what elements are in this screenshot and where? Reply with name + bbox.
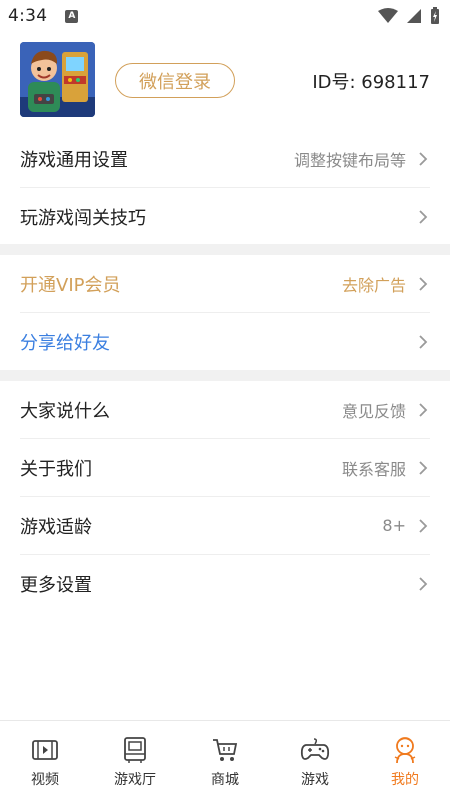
- menu-group-game: 游戏通用设置 调整按键布局等 玩游戏闯关技巧: [0, 130, 450, 246]
- menu-item-label: 开通VIP会员: [20, 274, 121, 296]
- arcade-avatar-image: [20, 42, 95, 117]
- menu-item-hint: 调整按键布局等: [293, 150, 406, 170]
- notification-a-icon: A: [65, 9, 79, 23]
- chevron-right-icon: [418, 151, 430, 167]
- chevron-right-icon: [418, 576, 430, 592]
- status-time: 4:34: [8, 6, 48, 26]
- chevron-right-icon: [418, 460, 430, 476]
- menu-item-hint: 意见反馈: [341, 401, 406, 421]
- profile-header: 微信登录 ID号: 698117: [0, 42, 450, 120]
- tab-games[interactable]: 游戏: [270, 721, 360, 800]
- chevron-right-icon: [418, 518, 430, 534]
- cart-icon: [210, 735, 240, 765]
- tab-arcade[interactable]: 游戏厅: [90, 721, 180, 800]
- menu-item-label: 游戏通用设置: [20, 149, 128, 171]
- chevron-right-icon: [418, 334, 430, 350]
- section-divider: [0, 244, 450, 255]
- menu-item-age-rating[interactable]: 游戏适龄 8+: [20, 497, 430, 555]
- menu-item-label: 分享给好友: [20, 333, 110, 354]
- arcade-icon: [120, 735, 150, 765]
- menu-item-share[interactable]: 分享给好友: [20, 313, 430, 371]
- menu-item-hint: 联系客服: [341, 459, 406, 479]
- signal-icon: [407, 9, 421, 23]
- tab-label: 我的: [391, 772, 419, 788]
- status-icons: [378, 7, 440, 25]
- tab-label: 商城: [211, 772, 239, 788]
- menu-item-vip[interactable]: 开通VIP会员 去除广告: [20, 255, 430, 313]
- section-divider: [0, 370, 450, 381]
- tab-mine[interactable]: 我的: [360, 721, 450, 800]
- menu-item-game-tips[interactable]: 玩游戏闯关技巧: [20, 188, 430, 246]
- tab-label: 游戏: [301, 772, 329, 788]
- video-icon: [30, 735, 60, 765]
- menu-item-label: 更多设置: [20, 575, 92, 596]
- battery-icon: [431, 7, 439, 24]
- menu-item-label: 玩游戏闯关技巧: [20, 208, 146, 229]
- wifi-icon: [378, 8, 398, 23]
- chevron-right-icon: [418, 402, 430, 418]
- gamepad-icon: [300, 735, 330, 765]
- chevron-right-icon: [418, 209, 430, 225]
- menu-item-hint: 8+: [382, 516, 406, 535]
- chevron-right-icon: [418, 276, 430, 292]
- wechat-login-button[interactable]: 微信登录: [115, 63, 235, 98]
- menu-item-label: 关于我们: [20, 458, 92, 480]
- tab-shop[interactable]: 商城: [180, 721, 270, 800]
- status-bar: 4:34 A: [0, 0, 450, 32]
- profile-icon: [390, 735, 420, 765]
- tab-label: 游戏厅: [114, 772, 156, 788]
- menu-item-feedback[interactable]: 大家说什么 意见反馈: [20, 381, 430, 439]
- menu-item-game-settings[interactable]: 游戏通用设置 调整按键布局等: [20, 130, 430, 188]
- menu-item-label: 大家说什么: [20, 400, 110, 422]
- avatar[interactable]: [20, 42, 95, 117]
- tab-label: 视频: [31, 772, 59, 788]
- bottom-tab-bar: 视频 游戏厅 商城 游戏 我的: [0, 720, 450, 800]
- menu-group-vip: 开通VIP会员 去除广告 分享给好友: [0, 255, 450, 371]
- user-id: ID号: 698117: [312, 72, 430, 93]
- menu-item-about[interactable]: 关于我们 联系客服: [20, 439, 430, 497]
- menu-item-label: 游戏适龄: [20, 516, 92, 538]
- menu-group-misc: 大家说什么 意见反馈 关于我们 联系客服 游戏适龄 8+ 更多设置: [0, 381, 450, 613]
- menu-item-more-settings[interactable]: 更多设置: [20, 555, 430, 613]
- menu-item-hint: 去除广告: [341, 275, 406, 295]
- tab-video[interactable]: 视频: [0, 721, 90, 800]
